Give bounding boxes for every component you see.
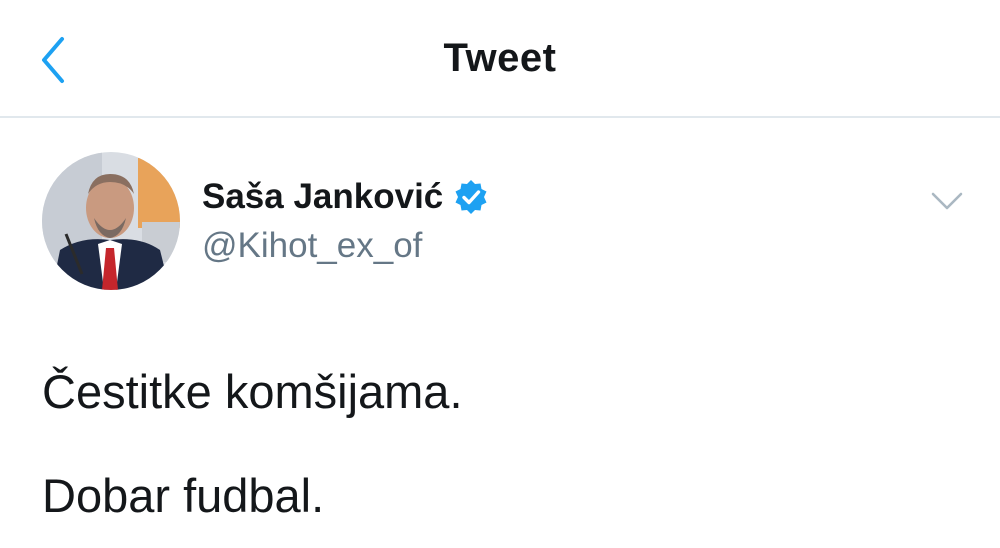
avatar-image <box>42 152 180 290</box>
top-navigation-bar: Tweet <box>0 0 1000 118</box>
page-title: Tweet <box>443 36 557 80</box>
avatar[interactable] <box>42 152 180 290</box>
tweet-screen: Tweet Saša Janković @Kihot_ex_of Čestitk… <box>0 0 1000 548</box>
tweet-author[interactable]: Saša Janković @Kihot_ex_of <box>202 174 489 266</box>
chevron-down-icon[interactable] <box>930 190 964 212</box>
tweet-text-line: Dobar fudbal. <box>42 469 325 522</box>
tweet-card: Saša Janković @Kihot_ex_of Čestitke komš… <box>0 118 1000 548</box>
tweet-text-line: Čestitke komšijama. <box>42 365 463 418</box>
author-handle[interactable]: @Kihot_ex_of <box>202 226 489 266</box>
author-name[interactable]: Saša Janković <box>202 177 443 217</box>
verified-badge-icon <box>455 180 487 214</box>
author-name-row: Saša Janković <box>202 174 489 220</box>
